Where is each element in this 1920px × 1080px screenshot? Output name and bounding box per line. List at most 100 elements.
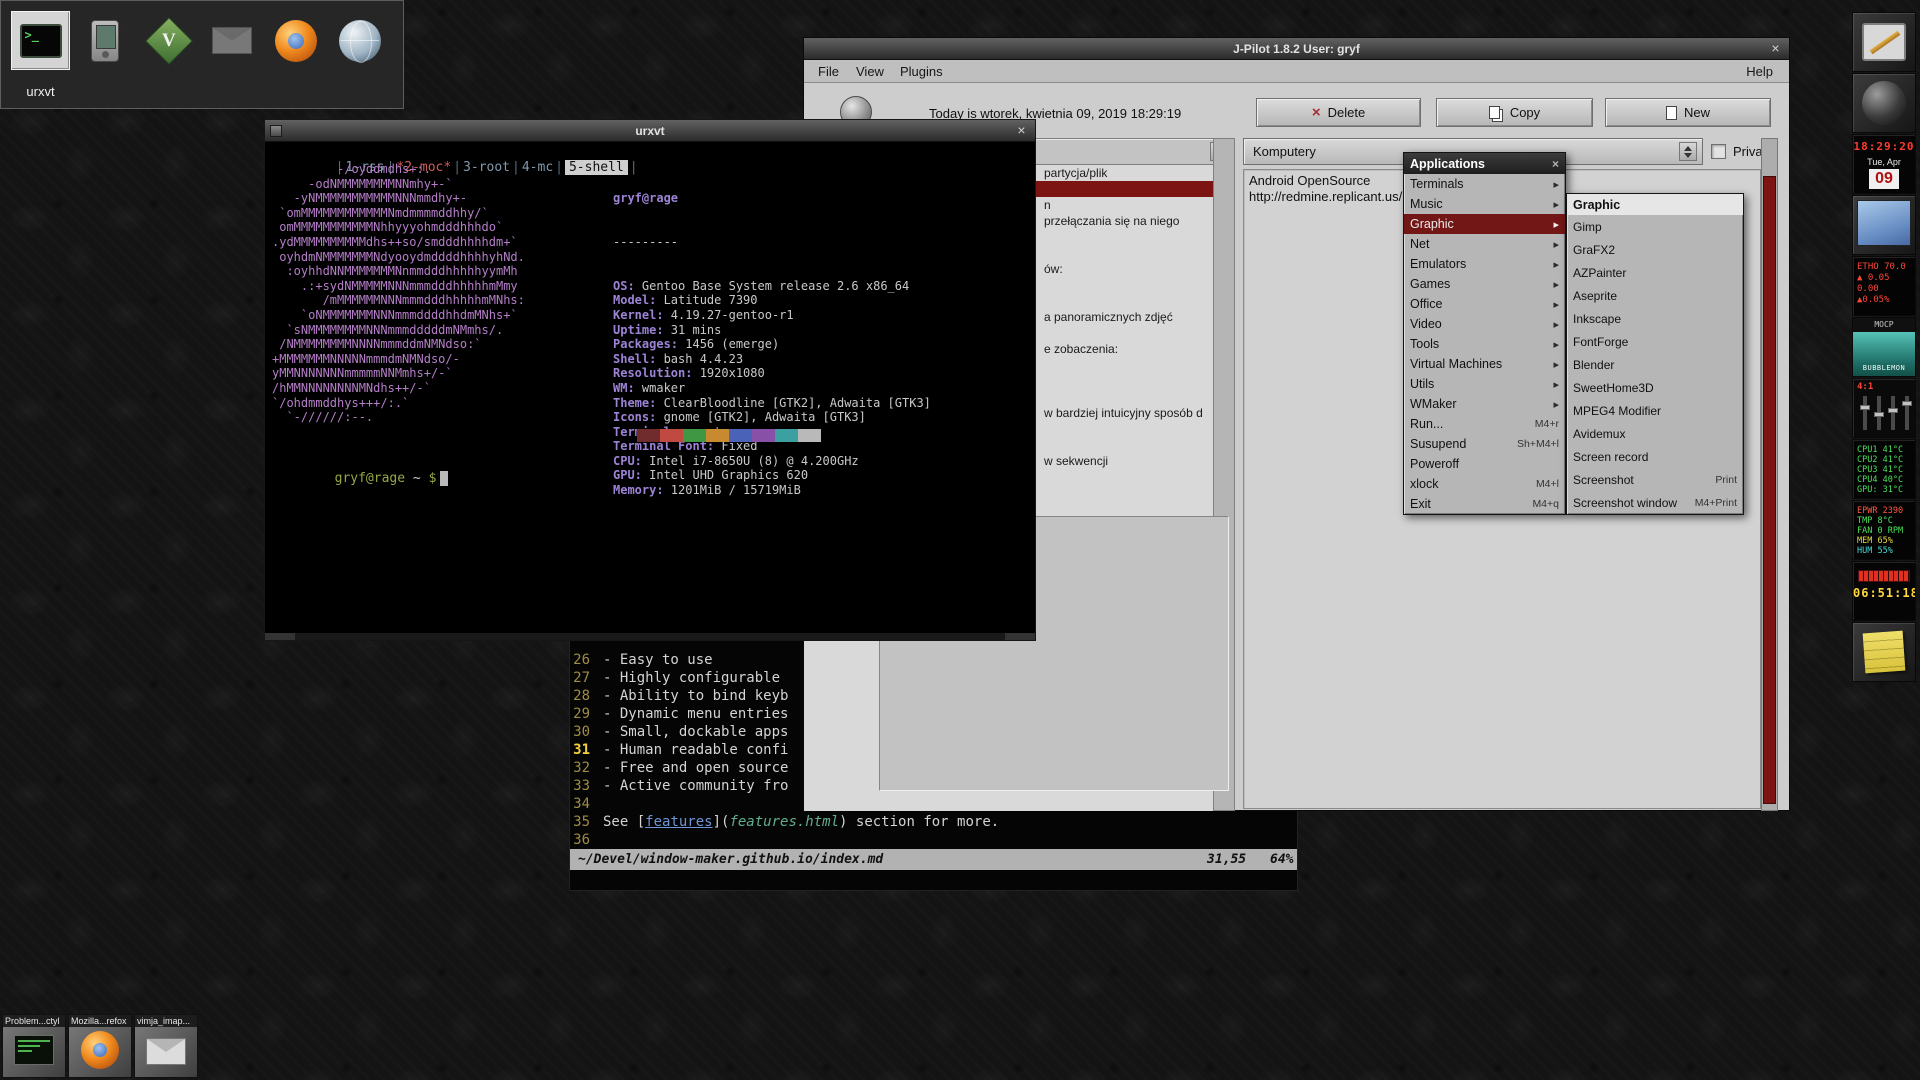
dockapp-calclock[interactable]: 18:29:20 Tue, Apr 09 [1852,134,1916,194]
menu-item-emulators[interactable]: Emulators▸ [1404,254,1565,274]
palette-swatch [660,429,683,442]
menu-item-screenshot-window[interactable]: Screenshot windowM4+Print [1567,491,1743,514]
vim-file-path: ~/Devel/window-maker.github.io/index.md [578,849,883,870]
mixer-value: 4:1 [1857,382,1873,392]
switcher-item-firefox[interactable] [266,11,325,70]
memo-row-text: n [1044,198,1051,212]
menu-item-video[interactable]: Video▸ [1404,314,1565,334]
submenu-arrow-icon: ▸ [1553,198,1559,211]
tab-4-mc[interactable]: 4-mc [522,160,553,175]
menu-view[interactable]: View [856,60,884,83]
menu-item-label: Gimp [1573,220,1737,234]
vim-line-text: - Ability to bind keyb [603,688,788,704]
graphic-menu-titlebar[interactable]: Graphic [1567,194,1743,215]
menu-item-xlock[interactable]: xlockM4+l [1404,474,1565,494]
prompt-symbol: $ [429,471,437,486]
close-icon[interactable]: × [1767,40,1784,57]
menu-help[interactable]: Help [1746,60,1773,83]
applications-menu-titlebar[interactable]: Applications × [1404,153,1565,174]
menu-item-exit[interactable]: ExitM4+q [1404,494,1565,514]
dockapp-sensors[interactable]: EPWR 2390TMP 8°CFAN 0 RPMMEM 65%HUM 55% [1852,500,1916,560]
menu-item-office[interactable]: Office▸ [1404,294,1565,314]
menu-file[interactable]: File [818,60,839,83]
dockapp-sphere[interactable] [1852,73,1916,133]
private-checkbox[interactable] [1711,144,1726,159]
slider-knob[interactable] [1902,401,1912,406]
menu-item-label: Games [1410,277,1553,291]
switcher-item-mail[interactable] [202,11,261,70]
close-icon[interactable]: × [1552,157,1559,171]
mixer-slider[interactable] [1863,396,1867,430]
slider-knob[interactable] [1888,408,1898,413]
dockapp-tablet[interactable] [1852,12,1916,72]
menu-item-blender[interactable]: Blender [1567,353,1743,376]
switcher-item-vim[interactable]: V [139,11,198,70]
mixer-slider[interactable] [1877,396,1881,430]
dockapp-text-line: 0.00 ▲0.05% [1857,284,1911,306]
jpilot-titlebar[interactable]: J-Pilot 1.8.2 User: gryf × [804,38,1789,60]
terminal-screen[interactable]: |1-rss|*2-moc*|3-root|4-mc|5-shell| -/oy… [265,142,1035,632]
menu-item-susupend[interactable]: SusupendSh+M4+l [1404,434,1565,454]
mixer-slider[interactable] [1905,396,1909,430]
menu-item-fontforge[interactable]: FontForge [1567,330,1743,353]
menu-item-music[interactable]: Music▸ [1404,194,1565,214]
firefox-icon [275,20,317,62]
dockapp-ticker[interactable]: ETHO 70.0▲ 0.050.00 ▲0.05% [1852,256,1916,316]
ledclock-time: 06:51:18 [1853,586,1915,600]
dockapp-bluescreen[interactable] [1852,195,1916,255]
menu-item-avidemux[interactable]: Avidemux [1567,422,1743,445]
menu-item-poweroff[interactable]: Poweroff [1404,454,1565,474]
new-button[interactable]: New [1605,98,1771,127]
dockapp-notes[interactable] [1852,622,1916,682]
menu-item-graphic[interactable]: Graphic▸ [1404,214,1565,234]
menu-item-tools[interactable]: Tools▸ [1404,334,1565,354]
urxvt-window[interactable]: urxvt × |1-rss|*2-moc*|3-root|4-mc|5-she… [264,119,1036,641]
urxvt-titlebar[interactable]: urxvt × [265,120,1035,142]
vim-line-number: 36 [570,831,603,849]
window-switcher-panel: >_ V urxvt [0,0,404,109]
dockapp-bubblemon[interactable]: MOCP BUBBLEMON [1852,317,1916,377]
scrollbar-thumb[interactable] [1763,176,1776,804]
menu-item-net[interactable]: Net▸ [1404,234,1565,254]
window-menu-icon[interactable] [270,125,282,137]
menu-item-azpainter[interactable]: AZPainter [1567,261,1743,284]
close-icon[interactable]: × [1013,122,1030,139]
menu-plugins[interactable]: Plugins [900,60,943,83]
vim-line-number: 32 [570,759,603,777]
menu-item-screenshot[interactable]: ScreenshotPrint [1567,468,1743,491]
resize-bar[interactable] [265,632,1035,640]
menu-item-aseprite[interactable]: Aseprite [1567,284,1743,307]
slider-knob[interactable] [1860,405,1870,410]
menu-item-gimp[interactable]: Gimp [1567,215,1743,238]
miniwindow-firefox[interactable]: Mozilla...refox [68,1014,132,1078]
menu-item-wmaker[interactable]: WMaker▸ [1404,394,1565,414]
miniwindow-mail[interactable]: vimja_imap... [134,1014,198,1078]
menu-item-mpeg4-modifier[interactable]: MPEG4 Modifier [1567,399,1743,422]
dockapp-ledclock[interactable]: 06:51:18 [1852,561,1916,621]
vim-line-number: 33 [570,777,603,795]
switcher-item-browser[interactable] [330,11,389,70]
memo-scrollbar[interactable] [1761,138,1778,811]
dockapp-cputemp[interactable]: CPU1 41°CCPU2 41°CCPU3 41°CCPU4 40°CGPU:… [1852,439,1916,499]
delete-button[interactable]: × Delete [1256,98,1421,127]
menu-item-label: Terminals [1410,177,1553,191]
menu-item-run[interactable]: Run...M4+r [1404,414,1565,434]
mixer-slider[interactable] [1891,396,1895,430]
menu-item-games[interactable]: Games▸ [1404,274,1565,294]
switcher-item-urxvt[interactable]: >_ [11,11,70,70]
switcher-item-jpilot[interactable] [75,11,134,70]
menu-item-grafx2[interactable]: GraFX2 [1567,238,1743,261]
submenu-arrow-icon: ▸ [1553,278,1559,291]
menu-item-screen-record[interactable]: Screen record [1567,445,1743,468]
copy-button[interactable]: Copy [1436,98,1593,127]
vim-link[interactable]: features [645,814,712,830]
menu-item-virtual-machines[interactable]: Virtual Machines▸ [1404,354,1565,374]
menu-item-inkscape[interactable]: Inkscape [1567,307,1743,330]
slider-knob[interactable] [1874,412,1884,417]
menu-item-utils[interactable]: Utils▸ [1404,374,1565,394]
neofetch-row: Memory: 1201MiB / 15719MiB [613,483,931,498]
menu-item-terminals[interactable]: Terminals▸ [1404,174,1565,194]
menu-item-sweethome3d[interactable]: SweetHome3D [1567,376,1743,399]
dockapp-mixer[interactable]: 4:1 [1852,378,1916,438]
miniwindow-terminal[interactable]: Problem...ctyl [2,1014,66,1078]
